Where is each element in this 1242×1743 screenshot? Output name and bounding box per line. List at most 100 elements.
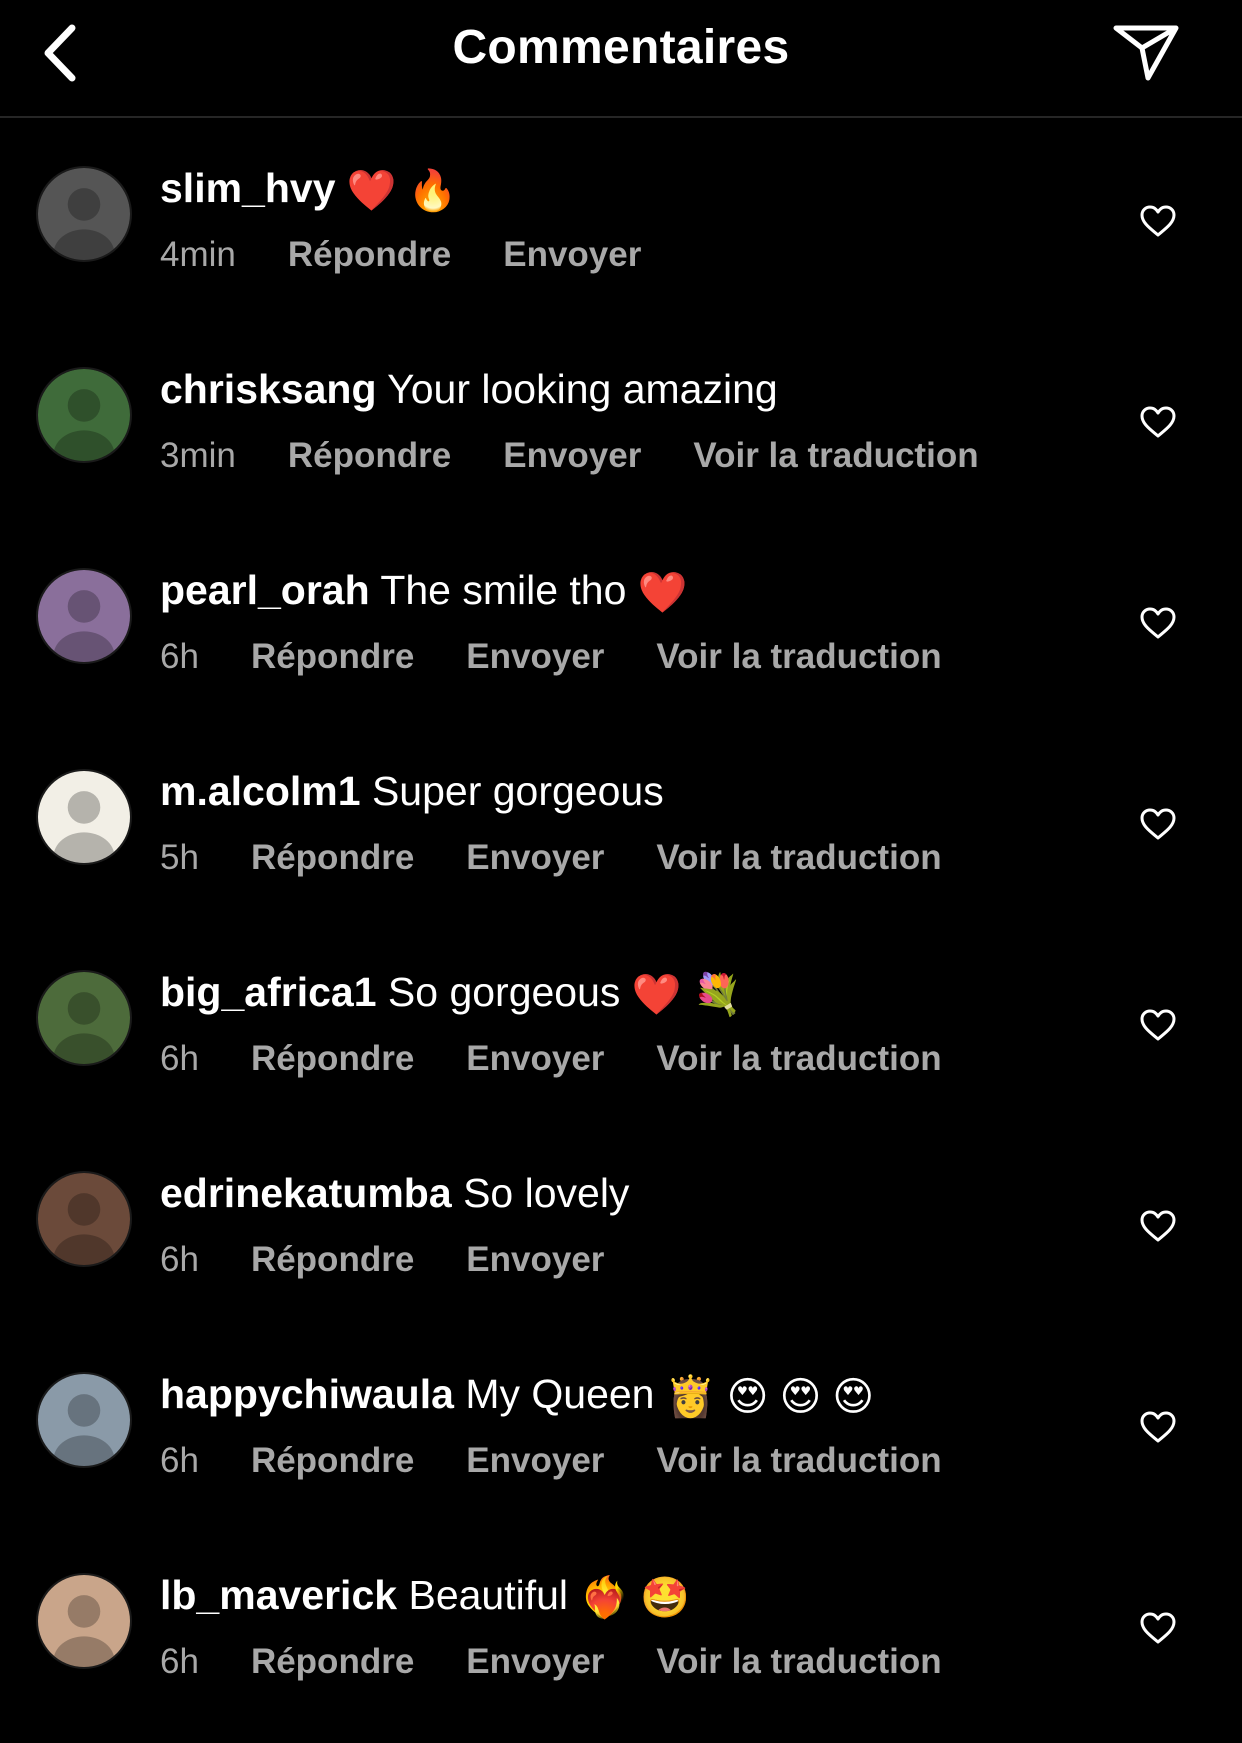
translate-button[interactable]: Voir la traduction xyxy=(693,433,978,479)
comment-row: edrinekatumba So lovely 6h Répondre Envo… xyxy=(0,1125,1242,1326)
avatar[interactable] xyxy=(36,1171,132,1267)
comment-username[interactable]: lb_maverick xyxy=(160,1572,397,1618)
reply-button[interactable]: Répondre xyxy=(288,232,451,278)
comment-time: 3min xyxy=(160,436,236,475)
send-button[interactable]: Envoyer xyxy=(466,1036,604,1082)
like-button[interactable] xyxy=(1130,1201,1186,1251)
heart-icon xyxy=(1140,205,1176,237)
send-button[interactable]: Envoyer xyxy=(466,1438,604,1484)
comment-time: 6h xyxy=(160,1441,199,1480)
avatar-image xyxy=(38,972,130,1064)
avatar[interactable] xyxy=(36,367,132,463)
translate-button[interactable]: Voir la traduction xyxy=(656,1036,941,1082)
heart-icon xyxy=(1140,1612,1176,1644)
translate-button[interactable]: Voir la traduction xyxy=(656,1639,941,1685)
reply-button[interactable]: Répondre xyxy=(251,1438,414,1484)
comment-meta: 6h Répondre Envoyer Voir la traduction xyxy=(160,634,942,680)
comment-meta: 6h Répondre Envoyer Voir la traduction xyxy=(160,1438,942,1484)
heart-icon xyxy=(1140,1009,1176,1041)
translate-button[interactable]: Voir la traduction xyxy=(656,634,941,680)
comment-text: happychiwaula My Queen 👸 😍 😍 😍 xyxy=(160,1368,1092,1423)
comment-row: happychiwaula My Queen 👸 😍 😍 😍 6h Répond… xyxy=(0,1326,1242,1527)
like-button[interactable] xyxy=(1130,196,1186,246)
comment-emoji: ❤️‍🔥 🤩 xyxy=(579,1576,691,1620)
avatar-image xyxy=(38,570,130,662)
send-button[interactable]: Envoyer xyxy=(503,433,641,479)
heart-icon xyxy=(1140,1411,1176,1443)
comment-time: 4min xyxy=(160,235,236,274)
like-button[interactable] xyxy=(1130,1402,1186,1452)
comment-text: big_africa1 So gorgeous ❤️ 💐 xyxy=(160,966,1092,1021)
comment-text: slim_hvy ❤️ 🔥 xyxy=(160,162,1092,217)
reply-button[interactable]: Répondre xyxy=(288,433,451,479)
comment-row: m.alcolm1 Super gorgeous 5h Répondre Env… xyxy=(0,723,1242,924)
avatar[interactable] xyxy=(36,970,132,1066)
comment-body: The smile tho xyxy=(380,567,627,613)
comment-time: 6h xyxy=(160,637,199,676)
reply-button[interactable]: Répondre xyxy=(251,835,414,881)
translate-button[interactable]: Voir la traduction xyxy=(656,1438,941,1484)
comment-username[interactable]: pearl_orah xyxy=(160,567,370,613)
avatar[interactable] xyxy=(36,1372,132,1468)
heart-icon xyxy=(1140,406,1176,438)
avatar[interactable] xyxy=(36,769,132,865)
like-button[interactable] xyxy=(1130,799,1186,849)
like-button[interactable] xyxy=(1130,1603,1186,1653)
heart-icon xyxy=(1140,808,1176,840)
avatar-image xyxy=(38,1575,130,1667)
comment-username[interactable]: m.alcolm1 xyxy=(160,768,361,814)
avatar[interactable] xyxy=(36,1573,132,1669)
like-button[interactable] xyxy=(1130,1000,1186,1050)
comment-time: 5h xyxy=(160,838,199,877)
comment-meta: 6h Répondre Envoyer xyxy=(160,1237,604,1283)
reply-button[interactable]: Répondre xyxy=(251,1639,414,1685)
avatar-image xyxy=(38,168,130,260)
share-button[interactable] xyxy=(1108,16,1184,88)
comment-body: So lovely xyxy=(463,1170,630,1216)
avatar-image xyxy=(38,369,130,461)
comment-emoji: ❤️ 💐 xyxy=(631,973,743,1017)
comment-text: edrinekatumba So lovely xyxy=(160,1167,1092,1222)
avatar[interactable] xyxy=(36,166,132,262)
comment-row: chrisksang Your looking amazing 3min Rép… xyxy=(0,321,1242,522)
translate-button[interactable]: Voir la traduction xyxy=(656,835,941,881)
comment-row: pearl_orah The smile tho ❤️ 6h Répondre … xyxy=(0,522,1242,723)
page-title: Commentaires xyxy=(452,21,790,74)
reply-button[interactable]: Répondre xyxy=(251,634,414,680)
avatar-image xyxy=(38,1173,130,1265)
comment-username[interactable]: chrisksang xyxy=(160,366,377,412)
comment-row: lb_maverick Beautiful ❤️‍🔥 🤩 6h Répondre… xyxy=(0,1527,1242,1728)
reply-button[interactable]: Répondre xyxy=(251,1036,414,1082)
comment-body: So gorgeous xyxy=(387,969,621,1015)
avatar-image xyxy=(38,1374,130,1466)
send-button[interactable]: Envoyer xyxy=(466,1237,604,1283)
comment-list: slim_hvy ❤️ 🔥 4min Répondre Envoyer chri… xyxy=(0,120,1242,1728)
comment-time: 6h xyxy=(160,1642,199,1681)
comment-time: 6h xyxy=(160,1240,199,1279)
send-button[interactable]: Envoyer xyxy=(503,232,641,278)
comment-row: slim_hvy ❤️ 🔥 4min Répondre Envoyer xyxy=(0,120,1242,321)
send-button[interactable]: Envoyer xyxy=(466,1639,604,1685)
avatar-image xyxy=(38,771,130,863)
comment-meta: 5h Répondre Envoyer Voir la traduction xyxy=(160,835,942,881)
comment-username[interactable]: happychiwaula xyxy=(160,1371,454,1417)
paper-plane-icon xyxy=(1113,25,1179,81)
comment-username[interactable]: big_africa1 xyxy=(160,969,377,1015)
comment-meta: 3min Répondre Envoyer Voir la traduction xyxy=(160,433,979,479)
like-button[interactable] xyxy=(1130,598,1186,648)
comment-time: 6h xyxy=(160,1039,199,1078)
like-button[interactable] xyxy=(1130,397,1186,447)
send-button[interactable]: Envoyer xyxy=(466,634,604,680)
comment-body: Your looking amazing xyxy=(387,366,778,412)
comment-body: Super gorgeous xyxy=(371,768,664,814)
send-button[interactable]: Envoyer xyxy=(466,835,604,881)
comment-body: Beautiful xyxy=(408,1572,569,1618)
avatar[interactable] xyxy=(36,568,132,664)
comment-username[interactable]: edrinekatumba xyxy=(160,1170,452,1216)
comment-text: m.alcolm1 Super gorgeous xyxy=(160,765,1092,820)
reply-button[interactable]: Répondre xyxy=(251,1237,414,1283)
comment-text: chrisksang Your looking amazing xyxy=(160,363,1092,418)
comment-emoji: 👸 😍 😍 😍 xyxy=(665,1375,875,1419)
comment-text: lb_maverick Beautiful ❤️‍🔥 🤩 xyxy=(160,1569,1092,1624)
comment-username[interactable]: slim_hvy xyxy=(160,165,336,211)
